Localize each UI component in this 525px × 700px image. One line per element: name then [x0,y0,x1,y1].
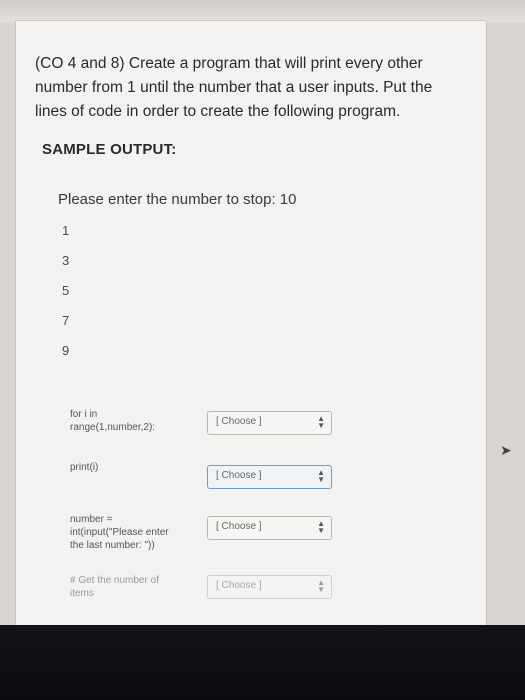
question-line: number from 1 until the number that a us… [35,79,433,96]
output-number: 1 [62,223,70,238]
order-select[interactable]: [ Choose ] ▲ ▼ [207,411,332,435]
up-down-arrows-icon: ▲ ▼ [317,414,325,430]
question-line: (CO 4 and 8) Create a program that will … [35,55,423,72]
order-select[interactable]: [ Choose ] ▲ ▼ [207,465,332,489]
code-text: number = [70,514,113,525]
laptop-bezel [0,625,525,700]
up-down-arrows-icon: ▲ ▼ [317,519,325,535]
code-line-label: print(i) [70,461,98,474]
mouse-cursor-icon: ➤ [500,442,512,458]
code-text: the last number: ")) [70,540,155,551]
output-number: 9 [62,343,70,358]
up-down-arrows-icon: ▲ ▼ [317,578,325,594]
code-text: int(input("Please enter [70,527,169,538]
sample-prompt: Please enter the number to stop: 10 [58,191,297,208]
question-line: lines of code in order to create the fol… [35,103,401,120]
select-value: [ Choose ] [216,416,262,427]
question-text: (CO 4 and 8) Create a program that will … [35,52,465,124]
output-number: 7 [62,313,70,328]
code-line-label: number = int(input("Please enter the las… [70,513,169,552]
code-line-label: for i in range(1,number,2): [70,408,155,434]
sample-output-title: SAMPLE OUTPUT: [42,141,177,158]
code-text: for i in [70,409,98,420]
output-number: 3 [62,253,70,268]
code-text: print(i) [70,462,99,473]
code-line-label: # Get the number of items [70,574,159,600]
up-down-arrows-icon: ▲ ▼ [317,468,325,484]
output-number: 5 [62,283,70,298]
select-value: [ Choose ] [216,521,262,532]
code-text: # Get the number of [70,575,159,586]
code-text: items [70,588,94,599]
select-value: [ Choose ] [216,580,262,591]
order-select[interactable]: [ Choose ] ▲ ▼ [207,575,332,599]
top-strip [0,0,525,22]
select-value: [ Choose ] [216,470,262,481]
code-text: range(1,number,2): [70,422,156,433]
order-select[interactable]: [ Choose ] ▲ ▼ [207,516,332,540]
